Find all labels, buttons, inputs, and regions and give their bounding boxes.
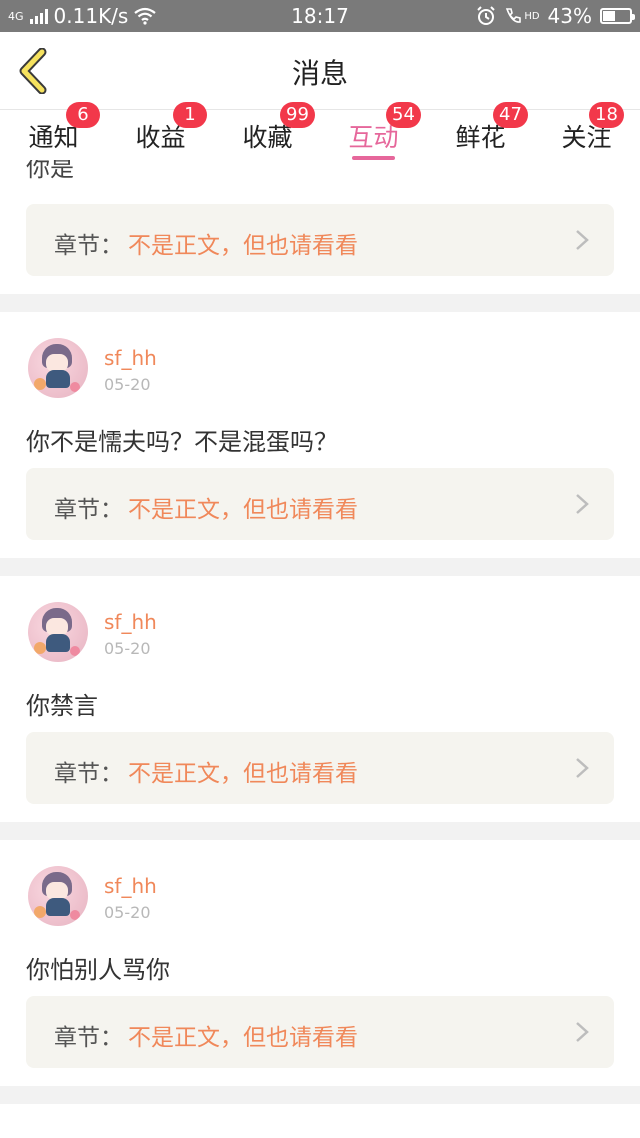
message-date: 05-20	[104, 903, 151, 922]
message-date: 05-20	[104, 375, 151, 394]
username[interactable]: sf_hh	[104, 610, 157, 634]
tab-label: 鲜花	[455, 123, 506, 152]
chapter-link[interactable]: 章节： 不是正文，但也请看看	[26, 204, 614, 276]
chevron-right-icon	[576, 1022, 589, 1042]
comment-text: 你是	[26, 160, 74, 182]
chapter-title: 不是正文，但也请看看	[128, 497, 358, 523]
chapter-link[interactable]: 章节： 不是正文，但也请看看	[26, 468, 614, 540]
tab-badge: 6	[66, 102, 100, 128]
avatar[interactable]	[28, 602, 88, 662]
tab-label: 收益	[135, 123, 186, 152]
header: 消息	[0, 32, 640, 110]
tab-4[interactable]: 鲜花 47	[427, 102, 534, 160]
chapter-title: 不是正文，但也请看看	[128, 233, 358, 259]
chapter-label: 章节：	[54, 1025, 123, 1051]
list-item: sf_hh 05-20 你不是懦夫吗？不是混蛋吗？ 章节： 不是正文，但也请看看	[0, 312, 640, 558]
tab-badge: 18	[589, 102, 624, 128]
tab-badge: 54	[386, 102, 421, 128]
tab-0[interactable]: 通知 6	[0, 102, 107, 160]
tab-1[interactable]: 收益 1	[107, 102, 214, 160]
tab-label: 收藏	[242, 123, 293, 152]
tab-5[interactable]: 关注 18	[533, 102, 640, 160]
hd-label: HD	[524, 10, 540, 22]
page-title: 消息	[291, 57, 348, 90]
avatar[interactable]	[28, 866, 88, 926]
chevron-right-icon	[576, 758, 589, 778]
battery-percent: 43%	[547, 4, 592, 28]
message-list: 你是 章节： 不是正文，但也请看看 sf_hh 05-20 你不是懦夫吗？不是混蛋吗…	[0, 160, 640, 1138]
chapter-label: 章节：	[54, 233, 123, 259]
chapter-title: 不是正文，但也请看看	[128, 761, 358, 787]
comment-text: 你怕别人骂你	[26, 956, 170, 984]
chapter-label: 章节：	[54, 761, 123, 787]
avatar[interactable]	[28, 338, 88, 398]
username[interactable]: sf_hh	[104, 874, 157, 898]
tab-2[interactable]: 收藏 99	[214, 102, 321, 160]
tab-badge: 99	[280, 102, 315, 128]
chapter-label: 章节：	[54, 497, 123, 523]
tab-badge: 47	[493, 102, 528, 128]
tab-bar: 通知 6 收益 1 收藏 99 互动 54 鲜花 47 关注 18	[0, 102, 640, 160]
chapter-link[interactable]: 章节： 不是正文，但也请看看	[26, 996, 614, 1068]
comment-text: 你禁言	[26, 692, 98, 720]
chevron-right-icon	[576, 494, 589, 514]
battery-icon	[600, 8, 635, 24]
status-bar: 4G 0.11K/s 18:17 HD 43%	[0, 0, 640, 32]
list-item	[0, 1104, 640, 1138]
tab-label: 互动	[348, 123, 399, 152]
tab-3[interactable]: 互动 54	[320, 102, 427, 160]
tab-label: 通知	[28, 123, 79, 152]
message-date: 05-20	[104, 639, 151, 658]
list-item: sf_hh 05-20 你禁言章节： 不是正文，但也请看看	[0, 576, 640, 822]
chapter-title: 不是正文，但也请看看	[128, 1025, 358, 1051]
alarm-icon	[477, 6, 496, 25]
tab-badge: 1	[173, 102, 207, 128]
chevron-right-icon	[576, 230, 589, 250]
comment-text: 你不是懦夫吗？不是混蛋吗？	[26, 428, 338, 456]
hd-call-icon: HD	[504, 7, 540, 25]
chapter-link[interactable]: 章节： 不是正文，但也请看看	[26, 732, 614, 804]
list-item: sf_hh 05-20 你怕别人骂你章节： 不是正文，但也请看看	[0, 840, 640, 1086]
username[interactable]: sf_hh	[104, 346, 157, 370]
list-item: 你是 章节： 不是正文，但也请看看	[0, 160, 640, 294]
